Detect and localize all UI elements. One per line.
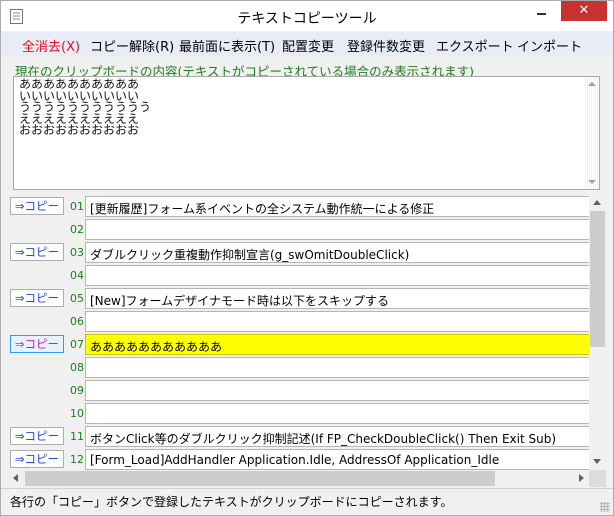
menu-entry-count[interactable]: 登録件数変更	[347, 36, 425, 55]
copy-button[interactable]: ⇒コピー	[10, 197, 64, 215]
entry-row: 02	[8, 217, 590, 240]
close-button[interactable]: ✕	[561, 1, 607, 21]
app-window: テキストコピーツール ✕ 全消去(X) コピー解除(R) 最前面に表示(T) 配…	[0, 0, 614, 516]
entry-row: ⇒コピー 11 ボタンClick等のダブルクリック抑制記述(If FP_Chec…	[8, 424, 590, 447]
row-number: 04	[70, 269, 84, 282]
clipboard-content-text: ああああああああああ いいいいいいいいいい ううううううううううう ええええええ…	[19, 77, 152, 138]
menu-copy-release[interactable]: コピー解除(R)	[90, 36, 174, 55]
row-number: 02	[70, 223, 84, 236]
vertical-scrollbar[interactable]	[589, 194, 606, 470]
menu-import[interactable]: インポート	[517, 36, 582, 55]
copy-button[interactable]: ⇒コピー	[10, 243, 64, 261]
entry-text-field[interactable]	[85, 403, 590, 424]
entry-row: 04	[8, 263, 590, 286]
copy-button[interactable]: ⇒コピー	[10, 427, 64, 445]
clipboard-scrollbar[interactable]	[585, 77, 599, 189]
row-number: 03	[70, 246, 84, 259]
arrow-down-icon[interactable]	[593, 459, 601, 464]
entry-text-field[interactable]	[85, 380, 590, 401]
entry-text-field[interactable]: [Form_Load]AddHandler Application.Idle, …	[85, 449, 590, 470]
entry-row: 08	[8, 355, 590, 378]
scroll-corner	[589, 470, 606, 487]
entry-row: 09	[8, 378, 590, 401]
entry-text-field[interactable]: ボタンClick等のダブルクリック抑制記述(If FP_CheckDoubleC…	[85, 426, 590, 447]
row-number: 08	[70, 361, 84, 374]
menu-layout-change[interactable]: 配置変更	[282, 36, 334, 55]
menu-clear-all[interactable]: 全消去(X)	[22, 36, 80, 55]
row-number: 01	[70, 200, 84, 213]
menu-export[interactable]: エクスポート	[436, 36, 514, 55]
resize-grip-icon[interactable]	[600, 502, 610, 512]
row-number: 06	[70, 315, 84, 328]
entry-text-field[interactable]	[85, 357, 590, 378]
minimize-button[interactable]	[528, 1, 554, 21]
entry-text-field[interactable]: [New]フォームデザイナモード時は以下をスキップする	[85, 288, 590, 309]
window-title: テキストコピーツール	[237, 11, 377, 27]
copy-button[interactable]: ⇒コピー	[10, 450, 64, 468]
scroll-up-icon[interactable]	[588, 82, 596, 86]
clipboard-content-box[interactable]: ああああああああああ いいいいいいいいいい ううううううううううう ええええええ…	[13, 76, 600, 190]
entry-text-field[interactable]	[85, 311, 590, 332]
horizontal-scrollbar[interactable]	[8, 470, 589, 487]
menu-always-on-top[interactable]: 最前面に表示(T)	[179, 36, 275, 55]
menu-bar: 全消去(X) コピー解除(R) 最前面に表示(T) 配置変更 登録件数変更 エク…	[2, 32, 612, 56]
entry-text-field[interactable]: ダブルクリック重複動作抑制宣言(g_swOmitDoubleClick)	[85, 242, 590, 263]
entry-row: ⇒コピー 03 ダブルクリック重複動作抑制宣言(g_swOmitDoubleCl…	[8, 240, 590, 263]
row-number: 10	[70, 407, 84, 420]
arrow-right-icon[interactable]	[579, 474, 584, 482]
arrow-up-icon[interactable]	[593, 200, 601, 205]
entry-row: 10	[8, 401, 590, 424]
copy-button-active[interactable]: ⇒コピー	[10, 335, 64, 353]
row-number: 09	[70, 384, 84, 397]
arrow-left-icon[interactable]	[13, 474, 18, 482]
entry-text-field[interactable]: [更新履歴]フォーム系イベントの全システム動作統一による修正	[85, 196, 590, 217]
entry-text-field[interactable]	[85, 265, 590, 286]
row-number: 12	[70, 453, 84, 466]
scroll-down-icon[interactable]	[588, 180, 596, 184]
entry-row: ⇒コピー 05 [New]フォームデザイナモード時は以下をスキップする	[8, 286, 590, 309]
entry-list: ⇒コピー 01 [更新履歴]フォーム系イベントの全システム動作統一による修正 0…	[8, 194, 606, 487]
entry-row: 06	[8, 309, 590, 332]
status-text: 各行の「コピー」ボタンで登録したテキストがクリップボードにコピーされます。	[10, 495, 453, 509]
entry-row: ⇒コピー 12 [Form_Load]AddHandler Applicatio…	[8, 447, 590, 470]
row-number: 11	[70, 430, 84, 443]
status-bar: 各行の「コピー」ボタンで登録したテキストがクリップボードにコピーされます。	[1, 488, 613, 515]
entry-text-field-highlighted[interactable]: あああああああああああ	[85, 334, 590, 355]
copy-button[interactable]: ⇒コピー	[10, 289, 64, 307]
scroll-thumb[interactable]	[25, 471, 495, 486]
entry-text-field[interactable]	[85, 219, 590, 240]
row-number: 07	[70, 338, 84, 351]
row-number: 05	[70, 292, 84, 305]
entry-row: ⇒コピー 01 [更新履歴]フォーム系イベントの全システム動作統一による修正	[8, 194, 590, 217]
entry-row: ⇒コピー 07 あああああああああああ	[8, 332, 590, 355]
title-bar: テキストコピーツール ✕	[1, 1, 613, 31]
scroll-thumb[interactable]	[590, 211, 605, 347]
